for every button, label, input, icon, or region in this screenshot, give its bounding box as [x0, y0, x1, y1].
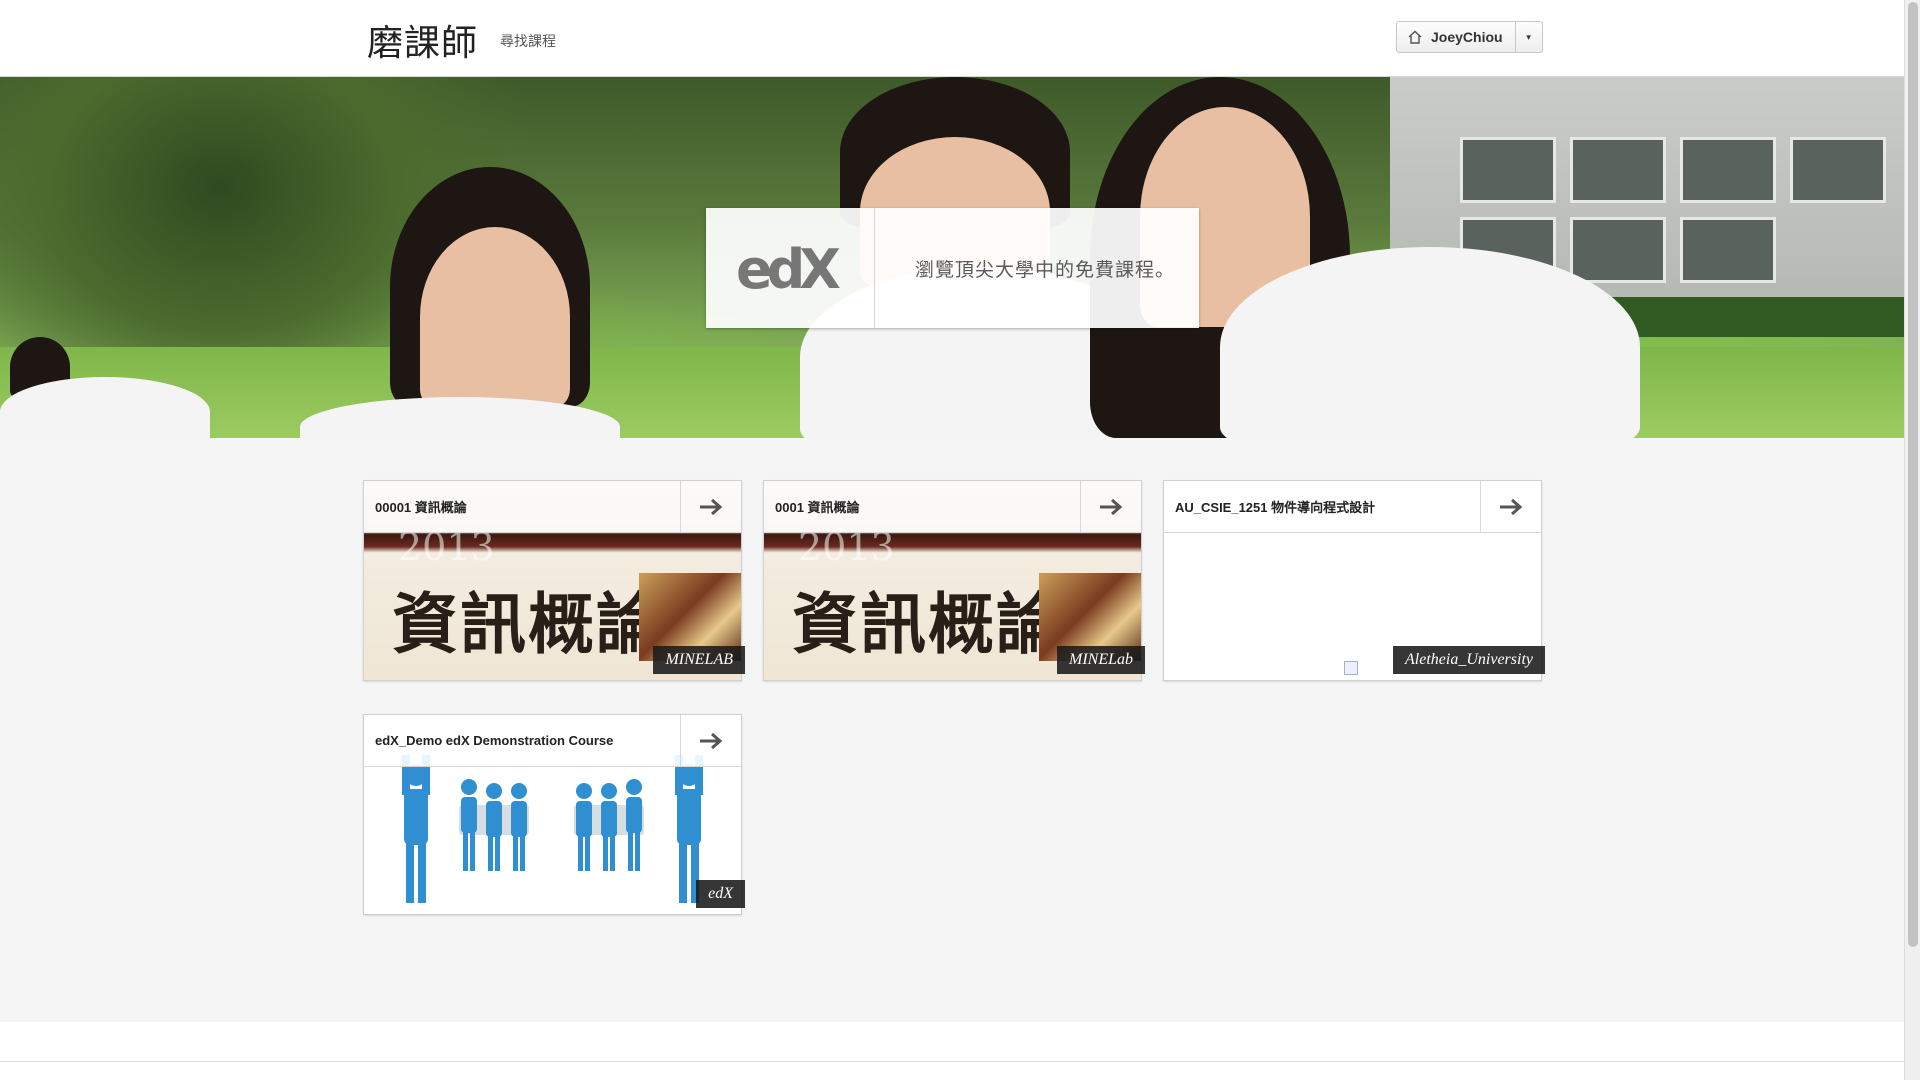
hero-window [1680, 137, 1776, 203]
arrow-right-icon [700, 732, 723, 749]
course-title[interactable]: AU_CSIE_1251 物件導向程式設計 [1164, 497, 1480, 516]
course-card[interactable]: 2013 資訊概論 0001 資訊概論 MINELab [763, 480, 1145, 681]
course-title-bar: AU_CSIE_1251 物件導向程式設計 [1164, 481, 1541, 533]
edx-logo: edX [706, 208, 875, 328]
arrow-right-icon [700, 498, 723, 515]
cover-title: 資訊概論 [792, 585, 1064, 663]
home-icon [1408, 30, 1422, 44]
arrow-right-icon [1100, 498, 1123, 515]
course-org-badge: Aletheia_University [1393, 646, 1545, 674]
hero-window [1570, 217, 1666, 283]
course-title[interactable]: 0001 資訊概論 [764, 497, 1080, 516]
username-label: JoeyChiou [1431, 29, 1503, 45]
user-menu: JoeyChiou ▾ [1396, 21, 1543, 53]
nav-find-courses-link[interactable]: 尋找課程 [500, 31, 556, 51]
course-card[interactable]: 2013 資訊概論 00001 資訊概論 MINELAB [363, 480, 745, 681]
chevron-down-icon: ▾ [1526, 31, 1531, 42]
hero-window [1680, 217, 1776, 283]
hero-tagline: 瀏覽頂尖大學中的免費課程。 [915, 259, 1176, 281]
people-puzzle-icon [402, 755, 703, 903]
hero-person-shirt [0, 377, 210, 438]
hero-window [1790, 137, 1886, 203]
arrow-right-icon [1500, 498, 1523, 515]
hero-card: edX 瀏覽頂尖大學中的免費課程。 [706, 208, 1199, 328]
hero-banner: edX 瀏覽頂尖大學中的免費課程。 [0, 77, 1904, 438]
course-title-bar: edX_Demo edX Demonstration Course [364, 715, 741, 767]
hero-window [1460, 137, 1556, 203]
hero-person-shirt [1220, 247, 1640, 438]
course-card[interactable]: AU_CSIE_1251 物件導向程式設計 Aletheia_Universit… [1163, 480, 1545, 681]
course-title[interactable]: 00001 資訊概論 [364, 497, 680, 516]
course-title-bar: 00001 資訊概論 [364, 481, 741, 533]
site-logo[interactable]: 磨課師 [367, 14, 478, 66]
site-header: 磨課師 尋找課程 JoeyChiou ▾ [0, 0, 1904, 77]
scrollbar-thumb[interactable] [1908, 2, 1918, 947]
course-go-button[interactable] [1480, 481, 1541, 532]
edx-logo-icon: edX [736, 240, 844, 296]
page: 磨課師 尋找課程 JoeyChiou ▾ edX 瀏覽頂尖大學中的免費課程。 2… [0, 0, 1920, 1080]
course-org-badge: MINELAB [653, 646, 745, 674]
course-org-badge: MINELab [1057, 646, 1145, 674]
user-dropdown-toggle[interactable]: ▾ [1516, 22, 1542, 52]
course-title[interactable]: edX_Demo edX Demonstration Course [364, 733, 680, 748]
edx-logo-text: edX [736, 240, 840, 296]
hero-window [1570, 137, 1666, 203]
broken-image-icon [1344, 661, 1358, 675]
cover-title: 資訊概論 [392, 585, 664, 663]
course-org-badge: edX [696, 880, 745, 908]
footer-divider [0, 1061, 1904, 1062]
page-scrollbar[interactable] [1904, 0, 1920, 1080]
hero-person-face [420, 227, 570, 407]
course-go-button[interactable] [680, 715, 741, 766]
course-go-button[interactable] [1080, 481, 1141, 532]
course-card[interactable]: edX_Demo edX Demonstration Course edX [363, 714, 745, 915]
course-go-button[interactable] [680, 481, 741, 532]
course-title-bar: 0001 資訊概論 [764, 481, 1141, 533]
user-dashboard-button[interactable]: JoeyChiou [1397, 22, 1516, 52]
